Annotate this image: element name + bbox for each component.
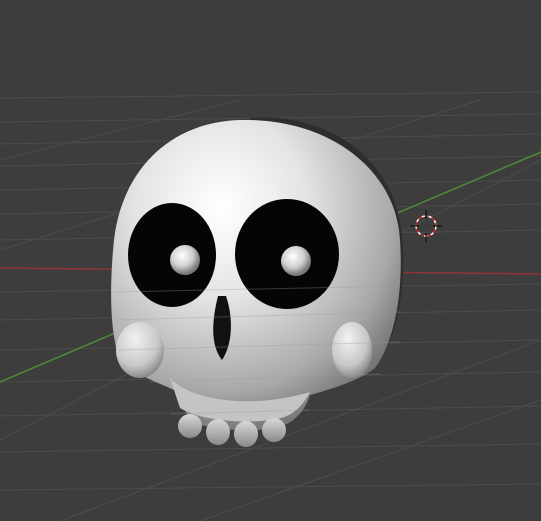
- skull-mesh[interactable]: [111, 117, 404, 447]
- right-pupil: [281, 246, 311, 276]
- 3d-cursor-icon[interactable]: [410, 210, 442, 242]
- viewport-canvas[interactable]: [0, 0, 541, 521]
- left-pupil: [170, 245, 200, 275]
- 3d-viewport[interactable]: [0, 0, 541, 521]
